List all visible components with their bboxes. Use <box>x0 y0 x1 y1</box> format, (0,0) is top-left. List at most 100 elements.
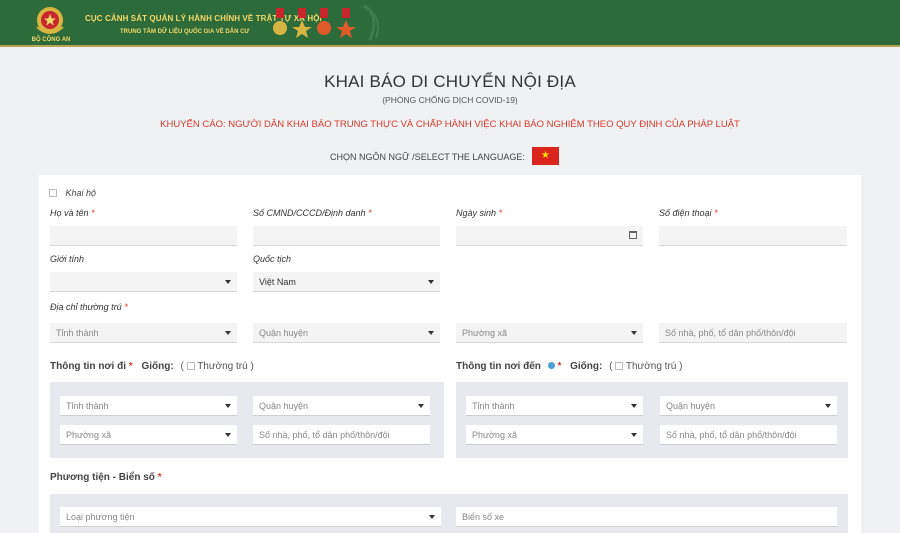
district-placeholder: Quận huyện <box>666 401 716 411</box>
plate-placeholder: Biển số xe <box>462 512 505 522</box>
ward-placeholder: Phường xã <box>462 328 507 338</box>
address-street-input[interactable]: Số nhà, phố, tổ dân phố/thôn/đội <box>659 323 847 343</box>
permanent-label: Thường trú <box>625 361 677 372</box>
checkbox-icon[interactable] <box>615 362 624 370</box>
chevron-down-icon <box>631 433 637 437</box>
vehicle-section-title: Phương tiện - Biển số * <box>50 472 162 483</box>
dob-label-text: Ngày sinh <box>456 208 497 218</box>
nationality-label: Quốc tịch <box>253 254 292 264</box>
district-placeholder: Quận huyện <box>259 401 309 411</box>
departure-title-text: Thông tin nơi đi <box>50 361 126 372</box>
nationality-select[interactable]: Việt Nam <box>253 272 440 292</box>
phone-label: Số điện thoại * <box>659 208 718 218</box>
destination-panel <box>456 382 848 458</box>
required-mark: * <box>128 361 133 372</box>
street-placeholder: Số nhà, phố, tổ dân phố/thôn/đội <box>259 430 390 440</box>
gender-select[interactable] <box>50 272 237 292</box>
street-placeholder: Số nhà, phố, tổ dân phố/thôn/đội <box>665 328 796 338</box>
chevron-down-icon <box>428 331 434 335</box>
ward-placeholder: Phường xã <box>66 430 111 440</box>
province-placeholder: Tỉnh thành <box>66 401 109 411</box>
permanent-address-label: Địa chỉ thường trú * <box>50 302 128 312</box>
province-placeholder: Tỉnh thành <box>472 401 515 411</box>
full-name-input[interactable] <box>50 226 237 246</box>
destination-street-input[interactable]: Số nhà, phố, tổ dân phố/thôn/đội <box>660 425 837 445</box>
plate-number-input[interactable]: Biển số xe <box>456 507 837 527</box>
org-name-secondary: TRUNG TÂM DỮ LIỆU QUỐC GIA VỀ DÂN CƯ <box>120 29 250 35</box>
chevron-down-icon <box>225 280 231 284</box>
warning-notice: KHUYẾN CÁO: NGƯỜI DÂN KHAI BÁO TRUNG THỰ… <box>160 119 740 130</box>
header-bar: BỘ CÔNG AN CỤC CẢNH SÁT QUẢN LÝ HÀNH CHÍ… <box>0 0 900 47</box>
police-emblem-icon <box>36 7 64 34</box>
ward-placeholder: Phường xã <box>472 430 517 440</box>
required-mark: * <box>714 208 719 218</box>
departure-province-select[interactable]: Tỉnh thành <box>60 396 237 416</box>
on-behalf-label: Khai hộ <box>65 188 97 198</box>
destination-permanent-checkbox[interactable]: ( Thường trú ) <box>609 361 682 372</box>
street-placeholder: Số nhà, phố, tổ dân phố/thôn/đội <box>666 430 797 440</box>
departure-section-title: Thông tin nơi đi * Giống: ( Thường trú ) <box>50 361 254 372</box>
open-paren: ( <box>180 361 184 372</box>
destination-section-title: Thông tin nơi đến * Giống: ( Thường trú … <box>456 361 682 372</box>
chevron-down-icon <box>225 433 231 437</box>
destination-ward-select[interactable]: Phường xã <box>466 425 643 445</box>
permanent-address-label-text: Địa chỉ thường trú <box>50 302 122 312</box>
open-paren: ( <box>609 361 613 372</box>
vehicle-title-text: Phương tiện - Biển số <box>50 472 155 483</box>
required-mark: * <box>499 208 503 218</box>
vehicle-type-placeholder: Loại phương tiện <box>66 512 135 522</box>
chevron-down-icon <box>825 404 831 408</box>
info-icon[interactable] <box>547 362 555 369</box>
emblem-label: BỘ CÔNG AN <box>31 37 71 43</box>
required-mark: * <box>368 208 373 218</box>
district-placeholder: Quận huyện <box>259 328 309 338</box>
chevron-down-icon <box>225 404 231 408</box>
departure-permanent-checkbox[interactable]: ( Thường trú ) <box>180 361 253 372</box>
id-number-label: Số CMND/CCCD/Định danh * <box>253 208 372 218</box>
id-number-input[interactable] <box>253 226 440 246</box>
destination-title-text: Thông tin nơi đến <box>456 361 541 372</box>
chevron-down-icon <box>428 280 434 284</box>
chevron-down-icon <box>631 404 637 408</box>
dob-label: Ngày sinh * <box>456 208 503 218</box>
province-placeholder: Tỉnh thành <box>56 328 99 338</box>
close-paren: ) <box>250 361 254 372</box>
departure-district-select[interactable]: Quận huyện <box>253 396 430 416</box>
departure-panel <box>50 382 444 458</box>
medals-icon <box>273 8 356 38</box>
destination-province-select[interactable]: Tỉnh thành <box>466 396 643 416</box>
address-ward-select[interactable]: Phường xã <box>456 323 643 343</box>
page-title: KHAI BÁO DI CHUYỂN NỘI ĐỊA <box>324 72 576 91</box>
destination-district-select[interactable]: Quận huyện <box>660 396 837 416</box>
phone-label-text: Số điện thoại <box>659 208 712 218</box>
on-behalf-checkbox-row[interactable]: Khai hộ <box>49 188 96 198</box>
required-mark: * <box>124 302 129 312</box>
dob-input[interactable] <box>456 226 643 246</box>
gender-label: Giới tính <box>50 254 84 264</box>
checkbox-icon[interactable] <box>186 362 195 370</box>
departure-ward-select[interactable]: Phường xã <box>60 425 237 445</box>
nationality-value: Việt Nam <box>259 277 296 287</box>
required-mark: * <box>157 472 162 483</box>
vietnam-flag-icon[interactable]: ★ <box>532 147 559 165</box>
checkbox-icon[interactable] <box>49 189 57 197</box>
departure-street-input[interactable]: Số nhà, phố, tổ dân phố/thôn/đội <box>253 425 430 445</box>
same-as-label: Giống: <box>570 361 603 372</box>
wreath-icon <box>363 4 379 41</box>
chevron-down-icon <box>418 404 424 408</box>
required-mark: * <box>91 208 96 218</box>
chevron-down-icon <box>429 515 435 519</box>
vehicle-type-select[interactable]: Loại phương tiện <box>60 507 441 527</box>
page-subtitle: (PHÒNG CHỐNG DỊCH COVID-19) <box>382 95 518 105</box>
address-province-select[interactable]: Tỉnh thành <box>50 323 237 343</box>
language-label: CHỌN NGÔN NGỮ /SELECT THE LANGUAGE: <box>330 152 525 162</box>
phone-input[interactable] <box>659 226 847 246</box>
required-mark: * <box>557 361 562 372</box>
permanent-label: Thường trú <box>197 361 248 372</box>
id-number-label-text: Số CMND/CCCD/Định danh <box>253 208 366 218</box>
chevron-down-icon <box>631 331 637 335</box>
address-district-select[interactable]: Quận huyện <box>253 323 440 343</box>
chevron-down-icon <box>225 331 231 335</box>
full-name-label: Họ và tên * <box>50 208 95 218</box>
calendar-icon[interactable] <box>629 231 637 239</box>
